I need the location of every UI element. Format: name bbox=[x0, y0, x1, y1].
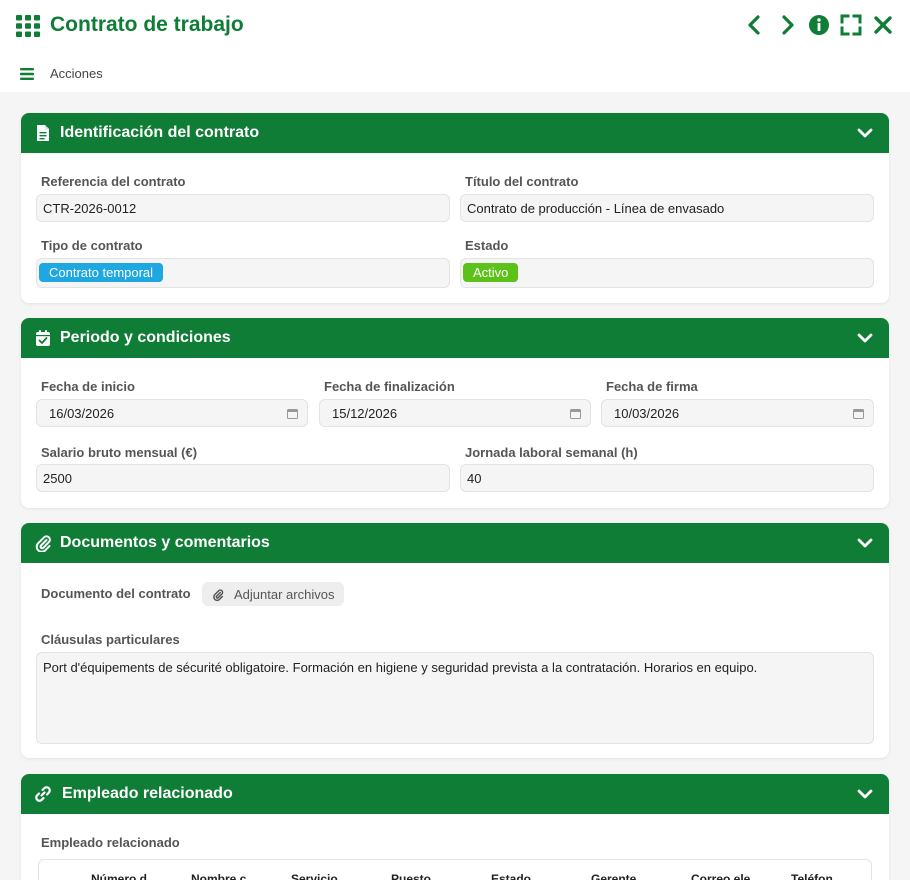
titulo-value: Contrato de producción - Línea de envasa… bbox=[467, 201, 725, 216]
clausulas-value: Port d'équipements de sécurité obligatoi… bbox=[43, 660, 758, 675]
chevron-down-icon[interactable] bbox=[857, 535, 873, 551]
clausulas-label: Cláusulas particulares bbox=[41, 632, 180, 647]
chevron-down-icon[interactable] bbox=[857, 786, 873, 802]
column-header[interactable]: Teléfon bbox=[791, 872, 871, 880]
fecha-fin-value: 15/12/2026 bbox=[332, 406, 398, 421]
tipo-badge: Contrato temporal bbox=[39, 263, 164, 282]
section-header-empleado[interactable]: Empleado relacionado bbox=[21, 774, 889, 814]
documento-label: Documento del contrato bbox=[41, 586, 191, 601]
tipo-field[interactable]: Contrato temporal bbox=[36, 258, 450, 288]
chevron-down-icon[interactable] bbox=[857, 125, 873, 141]
salario-label: Salario bruto mensual (€) bbox=[41, 445, 198, 460]
referencia-label: Referencia del contrato bbox=[41, 174, 186, 189]
calendar-icon[interactable] bbox=[570, 408, 581, 419]
section-identificacion: Identificación del contrato Referencia d… bbox=[21, 113, 889, 303]
estado-label: Estado bbox=[465, 238, 509, 253]
paperclip-icon bbox=[35, 535, 51, 552]
fecha-firma-label: Fecha de firma bbox=[606, 379, 698, 394]
chevron-down-icon[interactable] bbox=[857, 330, 873, 346]
window-controls bbox=[744, 14, 894, 36]
fecha-firma-input[interactable]: 10/03/2026 bbox=[601, 399, 874, 427]
section-documentos: Documentos y comentarios Documento del c… bbox=[21, 523, 889, 758]
link-icon bbox=[35, 786, 51, 802]
titulo-field[interactable]: Contrato de producción - Línea de envasa… bbox=[460, 194, 874, 222]
grid-icon[interactable] bbox=[16, 15, 40, 37]
info-icon[interactable] bbox=[808, 14, 830, 36]
calendar-check-icon bbox=[36, 330, 50, 346]
estado-field[interactable]: Activo bbox=[460, 258, 874, 288]
document-icon bbox=[37, 125, 49, 141]
jornada-input[interactable]: 40 bbox=[460, 464, 874, 492]
tipo-label: Tipo de contrato bbox=[41, 238, 143, 253]
window-header: Contrato de trabajo Acciones bbox=[0, 0, 910, 92]
column-header[interactable]: Correo ele bbox=[691, 872, 791, 880]
fecha-inicio-label: Fecha de inicio bbox=[41, 379, 135, 394]
chevron-right-icon[interactable] bbox=[776, 14, 798, 36]
jornada-value: 40 bbox=[467, 471, 482, 486]
actions-menu[interactable]: Acciones bbox=[20, 66, 103, 81]
column-header[interactable]: Gerente bbox=[591, 872, 691, 880]
column-header[interactable] bbox=[39, 872, 91, 880]
column-header[interactable]: Servicio bbox=[291, 872, 391, 880]
column-header[interactable]: Número d bbox=[91, 872, 191, 880]
section-header-periodo[interactable]: Periodo y condiciones bbox=[21, 318, 889, 358]
titulo-label: Título del contrato bbox=[465, 174, 579, 189]
calendar-icon[interactable] bbox=[853, 408, 864, 419]
referencia-field[interactable]: CTR-2026-0012 bbox=[36, 194, 450, 222]
column-header[interactable]: Puesto bbox=[391, 872, 491, 880]
referencia-value: CTR-2026-0012 bbox=[43, 201, 137, 216]
paperclip-icon bbox=[213, 588, 224, 601]
close-icon[interactable] bbox=[872, 14, 894, 36]
calendar-icon[interactable] bbox=[287, 408, 298, 419]
fullscreen-icon[interactable] bbox=[840, 14, 862, 36]
column-header[interactable]: Nombre c bbox=[191, 872, 291, 880]
table-header-row: Número d Nombre c Servicio Puesto Estado… bbox=[39, 872, 871, 880]
status-badge: Activo bbox=[463, 263, 519, 282]
fecha-fin-label: Fecha de finalización bbox=[324, 379, 455, 394]
fecha-firma-value: 10/03/2026 bbox=[614, 406, 680, 421]
section-title: Empleado relacionado bbox=[62, 785, 233, 802]
page-title: Contrato de trabajo bbox=[50, 13, 244, 36]
empleado-table: Número d Nombre c Servicio Puesto Estado… bbox=[38, 859, 872, 880]
empleado-label: Empleado relacionado bbox=[41, 835, 180, 850]
form-content: Identificación del contrato Referencia d… bbox=[0, 92, 910, 880]
chevron-left-icon[interactable] bbox=[744, 14, 766, 36]
clausulas-textarea[interactable]: Port d'équipements de sécurité obligatoi… bbox=[36, 652, 874, 744]
column-header[interactable]: Estado bbox=[491, 872, 591, 880]
attach-files-label: Adjuntar archivos bbox=[234, 586, 335, 602]
section-header-documentos[interactable]: Documentos y comentarios bbox=[21, 523, 889, 563]
menu-icon[interactable] bbox=[20, 67, 34, 80]
actions-label[interactable]: Acciones bbox=[50, 66, 103, 81]
section-empleado: Empleado relacionado Empleado relacionad… bbox=[21, 774, 889, 880]
section-title: Identificación del contrato bbox=[60, 124, 260, 141]
salario-input[interactable]: 2500 bbox=[36, 464, 450, 492]
fecha-inicio-input[interactable]: 16/03/2026 bbox=[36, 399, 308, 427]
attach-files-button[interactable]: Adjuntar archivos bbox=[202, 582, 345, 606]
salario-value: 2500 bbox=[43, 471, 72, 486]
section-periodo: Periodo y condiciones Fecha de inicio 16… bbox=[21, 318, 889, 508]
fecha-inicio-value: 16/03/2026 bbox=[49, 406, 115, 421]
section-title: Periodo y condiciones bbox=[60, 329, 231, 346]
fecha-fin-input[interactable]: 15/12/2026 bbox=[319, 399, 591, 427]
section-title: Documentos y comentarios bbox=[60, 534, 270, 551]
section-header-identificacion[interactable]: Identificación del contrato bbox=[21, 113, 889, 153]
jornada-label: Jornada laboral semanal (h) bbox=[465, 445, 638, 460]
